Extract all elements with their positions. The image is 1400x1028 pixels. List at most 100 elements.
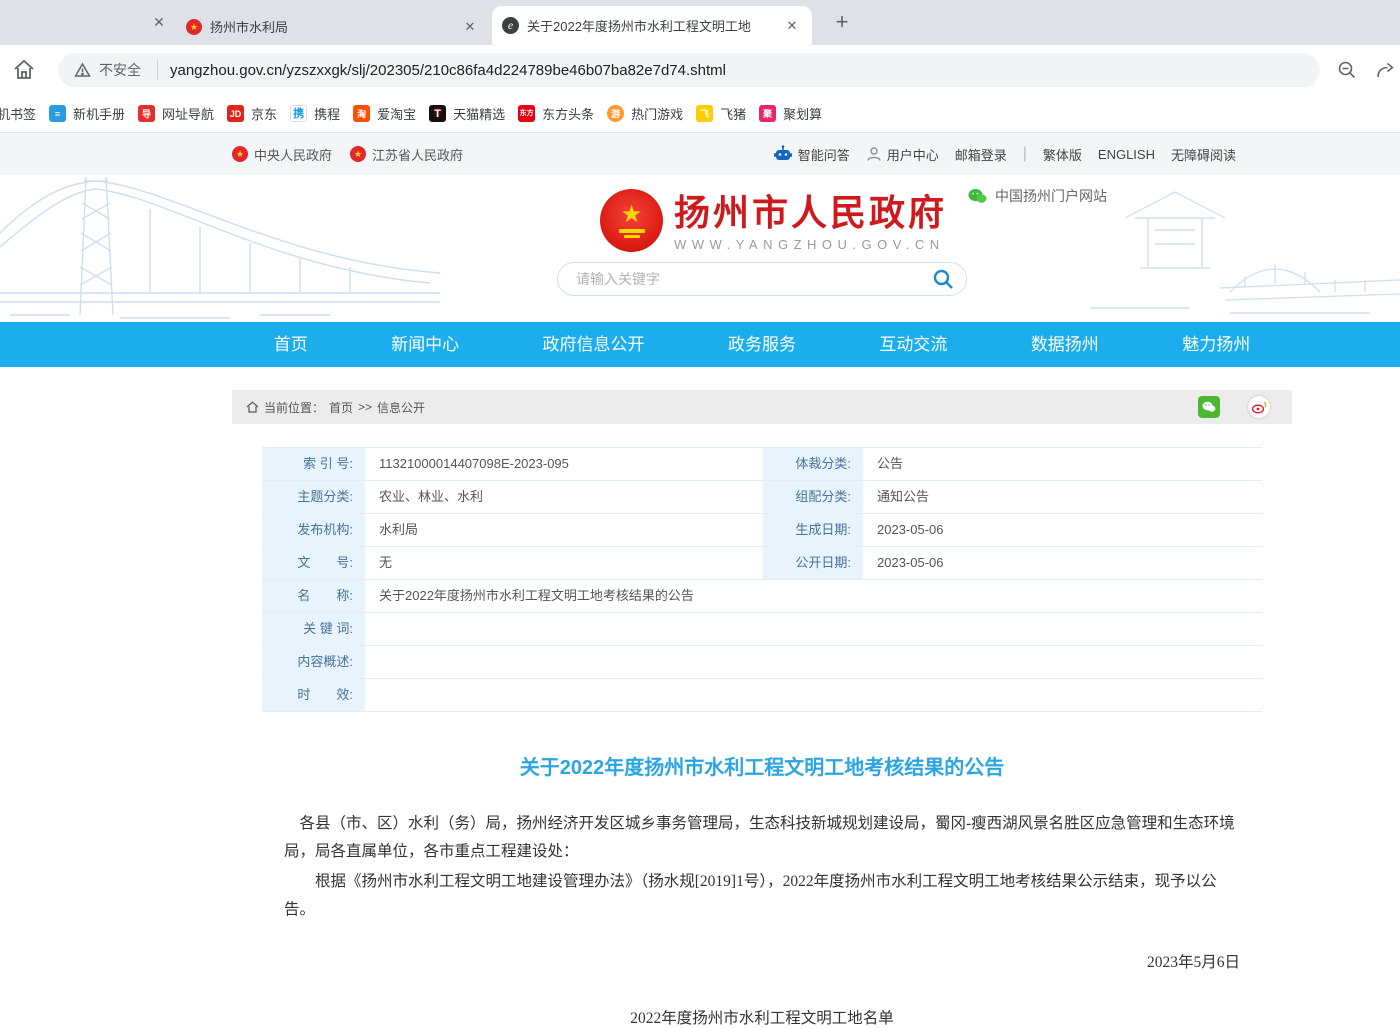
portal-link[interactable]: 中国扬州门户网站 bbox=[968, 186, 1107, 206]
bookmark-juhuasuan[interactable]: 聚 聚划算 bbox=[759, 104, 822, 123]
search-icon bbox=[931, 267, 955, 291]
new-tab-button[interactable]: + bbox=[828, 9, 856, 37]
info-value-group: 通知公告 bbox=[863, 481, 1262, 514]
nav-gov-services[interactable]: 政务服务 bbox=[728, 322, 796, 367]
tab-title: 扬州市水利局 bbox=[210, 17, 452, 36]
close-icon[interactable]: ✕ bbox=[148, 11, 170, 33]
nav-gov-info-disclosure[interactable]: 政府信息公开 bbox=[543, 322, 645, 367]
security-label[interactable]: 不安全 bbox=[99, 60, 141, 80]
link-central-government[interactable]: ★ 中央人民政府 bbox=[232, 145, 332, 164]
bookmark-new-phone-manual[interactable]: ≡ 新机手册 bbox=[49, 104, 125, 123]
tab-yangzhou-water-bureau[interactable]: ★ 扬州市水利局 ✕ bbox=[176, 8, 490, 45]
link-mail-login[interactable]: 邮箱登录 bbox=[955, 145, 1007, 164]
nav-charm-yangzhou[interactable]: 魅力扬州 bbox=[1182, 322, 1250, 367]
info-value-title: 关于2022年度扬州市水利工程文明工地考核结果的公告 bbox=[365, 580, 1262, 613]
bookmark-fliggy[interactable]: 飞 飞猪 bbox=[696, 104, 746, 123]
article-paragraph-body: 根据《扬州市水利工程文明工地建设管理办法》（扬水规[2019]1号），2022年… bbox=[284, 868, 1240, 924]
bookmark-tmall[interactable]: T 天猫精选 bbox=[429, 104, 505, 123]
info-value-publish-date: 2023-05-06 bbox=[863, 547, 1262, 580]
info-value-genre: 公告 bbox=[863, 448, 1262, 481]
ctrip-dolphin-icon: 携 bbox=[290, 105, 307, 122]
browser-globe-favicon: e bbox=[502, 17, 519, 34]
nav-interaction[interactable]: 互动交流 bbox=[879, 322, 947, 367]
info-value-created-date: 2023-05-06 bbox=[863, 514, 1262, 547]
article-paragraph-recipients: 各县（市、区）水利（务）局，扬州经济开发区城乡事务管理局，生态科技新城规划建设局… bbox=[284, 810, 1240, 866]
gov-emblem-icon: ★ bbox=[350, 146, 366, 162]
wechat-share-icon[interactable] bbox=[1198, 396, 1220, 418]
site-logo-text[interactable]: 扬州市人民政府 WWW.YANGZHOU.GOV.CN bbox=[674, 192, 947, 252]
main-navigation: 首页 新闻中心 政府信息公开 政务服务 互动交流 数据扬州 魅力扬州 bbox=[0, 322, 1400, 367]
robot-icon bbox=[773, 145, 793, 163]
info-value-publisher: 水利局 bbox=[365, 514, 763, 547]
nav-news-center[interactable]: 新闻中心 bbox=[391, 322, 459, 367]
home-icon[interactable] bbox=[10, 56, 38, 84]
navigation-icon: 导 bbox=[138, 105, 155, 122]
info-label: 公开日期: bbox=[763, 547, 863, 580]
breadcrumb-current[interactable]: 信息公开 bbox=[377, 399, 425, 416]
info-label: 组配分类: bbox=[763, 481, 863, 514]
article-date: 2023年5月6日 bbox=[284, 950, 1240, 972]
zoom-out-icon[interactable] bbox=[1336, 59, 1358, 86]
info-label: 主题分类: bbox=[262, 481, 365, 514]
site-url: WWW.YANGZHOU.GOV.CN bbox=[674, 237, 947, 252]
url-text[interactable]: yangzhou.gov.cn/yzszxxgk/slj/202305/210c… bbox=[170, 62, 726, 79]
tab-title: 关于2022年度扬州市水利工程文明工地 bbox=[527, 16, 774, 35]
bookmark-jd[interactable]: JD 京东 bbox=[227, 104, 277, 123]
article-title: 关于2022年度扬州市水利工程文明工地考核结果的公告 bbox=[284, 751, 1240, 780]
url-field[interactable]: 不安全 yangzhou.gov.cn/yzszxxgk/slj/202305/… bbox=[58, 53, 1320, 87]
link-smart-qa[interactable]: 智能问答 bbox=[773, 145, 850, 164]
document-info-table: 索 引 号: 11321000014407098E-2023-095 体裁分类:… bbox=[262, 447, 1262, 712]
link-english[interactable]: ENGLISH bbox=[1098, 147, 1155, 162]
site-name: 扬州市人民政府 bbox=[674, 192, 947, 234]
bookmark-aitaobao[interactable]: 淘 爱淘宝 bbox=[353, 104, 416, 123]
article-list-title: 2022年度扬州市水利工程文明工地名单 bbox=[284, 1006, 1240, 1028]
info-label: 文 号: bbox=[262, 547, 365, 580]
link-traditional-chinese[interactable]: 繁体版 bbox=[1043, 145, 1082, 164]
link-user-center[interactable]: 用户中心 bbox=[866, 145, 939, 164]
browser-address-bar: 不安全 yangzhou.gov.cn/yzszxxgk/slj/202305/… bbox=[0, 45, 1400, 95]
close-icon[interactable]: ✕ bbox=[782, 16, 802, 36]
bookmark-eastday[interactable]: 东方 东方头条 bbox=[518, 104, 594, 123]
game-icon: 游 bbox=[607, 105, 624, 122]
manual-icon: ≡ bbox=[49, 105, 66, 122]
national-emblem-logo: ★ bbox=[600, 189, 663, 252]
eastday-icon: 东方 bbox=[518, 105, 535, 122]
info-label: 时 效: bbox=[262, 679, 365, 712]
bookmark-phone-bookmarks[interactable]: 机书签 bbox=[0, 104, 36, 123]
tmall-icon: T bbox=[429, 105, 446, 122]
breadcrumb-home-link[interactable]: 首页 bbox=[329, 399, 353, 416]
tab-announcement-active[interactable]: e 关于2022年度扬州市水利工程文明工地 ✕ bbox=[492, 6, 812, 45]
bookmark-hot-games[interactable]: 游 热门游戏 bbox=[607, 104, 683, 123]
info-label: 索 引 号: bbox=[262, 448, 365, 481]
info-label: 发布机构: bbox=[262, 514, 365, 547]
breadcrumb-separator: >> bbox=[358, 400, 372, 414]
site-utility-bar: ★ 中央人民政府 ★ 江苏省人民政府 智能问答 用户中心 邮箱登录 bbox=[0, 133, 1400, 175]
nav-data-yangzhou[interactable]: 数据扬州 bbox=[1031, 322, 1099, 367]
page-body: 当前位置： 首页 >> 信息公开 索 引 号: 1132 bbox=[0, 367, 1400, 997]
gov-emblem-icon: ★ bbox=[232, 146, 248, 162]
search-button[interactable] bbox=[920, 263, 966, 295]
weibo-share-icon[interactable] bbox=[1248, 396, 1270, 418]
breadcrumb: 当前位置： 首页 >> 信息公开 bbox=[232, 390, 1292, 424]
info-value-index-number: 11321000014407098E-2023-095 bbox=[365, 448, 763, 481]
bookmark-ctrip[interactable]: 携 携程 bbox=[290, 104, 340, 123]
browser-tab-bar: ✕ ★ 扬州市水利局 ✕ e 关于2022年度扬州市水利工程文明工地 ✕ + bbox=[0, 0, 1400, 45]
search-input[interactable] bbox=[558, 271, 920, 287]
divider bbox=[157, 60, 158, 80]
info-value-validity bbox=[365, 679, 1262, 712]
nav-home[interactable]: 首页 bbox=[274, 322, 308, 367]
info-label: 名 称: bbox=[262, 580, 365, 613]
juhuasuan-icon: 聚 bbox=[759, 105, 776, 122]
share-icon[interactable] bbox=[1374, 59, 1396, 86]
info-value-keywords bbox=[365, 613, 1262, 646]
close-icon[interactable]: ✕ bbox=[460, 17, 480, 37]
bookmark-site-navigation[interactable]: 导 网址导航 bbox=[138, 104, 214, 123]
warning-icon bbox=[74, 62, 91, 78]
link-accessibility[interactable]: 无障碍阅读 bbox=[1171, 145, 1236, 164]
link-jiangsu-government[interactable]: ★ 江苏省人民政府 bbox=[350, 145, 463, 164]
info-value-doc-number: 无 bbox=[365, 547, 763, 580]
info-label: 体裁分类: bbox=[763, 448, 863, 481]
wechat-portal-icon bbox=[968, 188, 987, 205]
breadcrumb-prefix: 当前位置： bbox=[264, 399, 324, 416]
user-icon bbox=[866, 146, 882, 162]
